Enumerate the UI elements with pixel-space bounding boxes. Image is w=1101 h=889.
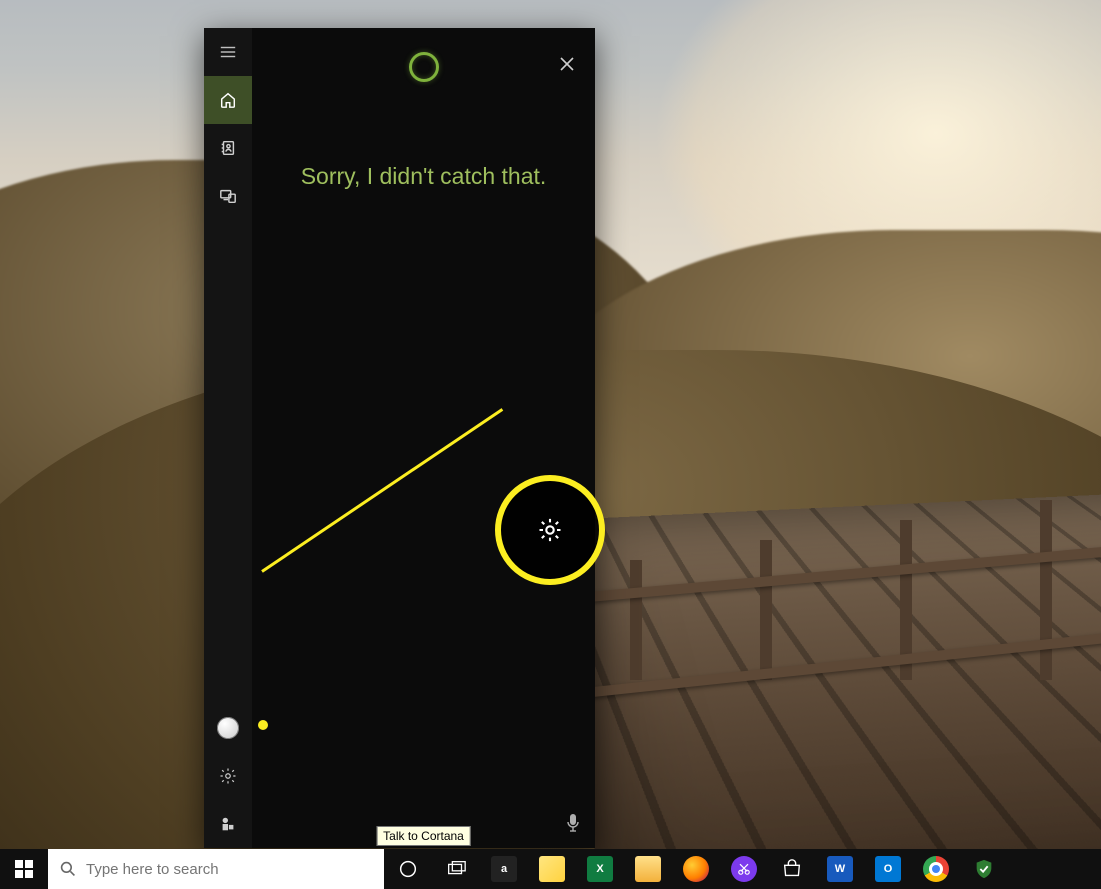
sidebar-settings-button[interactable]: [204, 752, 252, 800]
store-icon: [779, 856, 805, 882]
outlook-icon: O: [875, 856, 901, 882]
taskbar-app-chrome[interactable]: [912, 849, 960, 889]
amazon-icon: a: [491, 856, 517, 882]
taskbar-app-outlook[interactable]: O: [864, 849, 912, 889]
user-avatar-icon: [217, 717, 239, 739]
taskbar-cortana-button[interactable]: [384, 849, 432, 889]
task-view-button[interactable]: [432, 849, 480, 889]
taskbar-app-store[interactable]: [768, 849, 816, 889]
taskbar-app-excel[interactable]: X: [576, 849, 624, 889]
cortana-panel: Sorry, I didn't catch that. Talk to Cort…: [204, 28, 595, 848]
search-icon: [60, 861, 76, 877]
tooltip: Talk to Cortana: [376, 826, 471, 846]
firefox-icon: [683, 856, 709, 882]
taskbar-search[interactable]: [48, 849, 384, 889]
taskbar-search-input[interactable]: [86, 861, 372, 878]
cortana-message: Sorry, I didn't catch that.: [268, 163, 579, 190]
snip-icon: [731, 856, 757, 882]
microphone-button[interactable]: [565, 813, 581, 838]
cortana-main: Sorry, I didn't catch that. Talk to Cort…: [252, 28, 595, 848]
taskbar-app-amazon[interactable]: a: [480, 849, 528, 889]
sidebar-home-button[interactable]: [204, 76, 252, 124]
shield-icon: [971, 856, 997, 882]
cortana-sidebar: [204, 28, 252, 848]
excel-icon: X: [587, 856, 613, 882]
chrome-icon: [923, 856, 949, 882]
taskbar-app-notepad[interactable]: [528, 849, 576, 889]
taskbar-app-snip[interactable]: [720, 849, 768, 889]
taskbar-app-firefox[interactable]: [672, 849, 720, 889]
hamburger-menu-button[interactable]: [204, 28, 252, 76]
sidebar-notebook-button[interactable]: [204, 124, 252, 172]
taskbar-app-security[interactable]: [960, 849, 1008, 889]
start-button[interactable]: [0, 849, 48, 889]
sidebar-feedback-button[interactable]: [204, 800, 252, 848]
word-icon: W: [827, 856, 853, 882]
notepad-icon: [539, 856, 565, 882]
sidebar-devices-button[interactable]: [204, 172, 252, 220]
desktop-wallpaper: Sorry, I didn't catch that. Talk to Cort…: [0, 0, 1101, 889]
file-explorer-icon: [635, 856, 661, 882]
close-button[interactable]: [555, 52, 579, 76]
sidebar-user-button[interactable]: [204, 704, 252, 752]
taskbar-app-file-explorer[interactable]: [624, 849, 672, 889]
taskbar: a X W O: [0, 849, 1101, 889]
taskbar-app-word[interactable]: W: [816, 849, 864, 889]
cortana-ring-icon: [409, 52, 439, 82]
